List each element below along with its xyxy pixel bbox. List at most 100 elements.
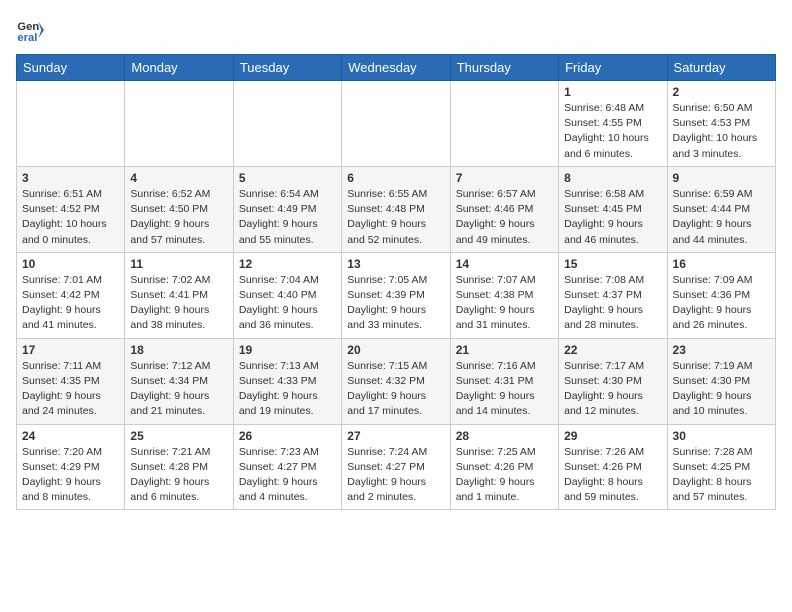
day-info: Sunrise: 7:24 AMSunset: 4:27 PMDaylight:… <box>347 445 444 506</box>
calendar-cell: 30 Sunrise: 7:28 AMSunset: 4:25 PMDayligh… <box>667 424 775 510</box>
calendar-cell <box>125 81 233 167</box>
day-info: Sunrise: 7:11 AMSunset: 4:35 PMDaylight:… <box>22 359 119 420</box>
day-number: 13 <box>347 257 444 271</box>
calendar-week-1: 3 Sunrise: 6:51 AMSunset: 4:52 PMDaylight… <box>17 166 776 252</box>
day-number: 2 <box>673 85 770 99</box>
day-info: Sunrise: 6:50 AMSunset: 4:53 PMDaylight:… <box>673 101 770 162</box>
day-number: 24 <box>22 429 119 443</box>
calendar-cell: 6 Sunrise: 6:55 AMSunset: 4:48 PMDaylight… <box>342 166 450 252</box>
day-info: Sunrise: 7:17 AMSunset: 4:30 PMDaylight:… <box>564 359 661 420</box>
calendar-cell: 8 Sunrise: 6:58 AMSunset: 4:45 PMDaylight… <box>559 166 667 252</box>
calendar-week-0: 1 Sunrise: 6:48 AMSunset: 4:55 PMDaylight… <box>17 81 776 167</box>
day-number: 3 <box>22 171 119 185</box>
day-number: 18 <box>130 343 227 357</box>
calendar-cell: 23 Sunrise: 7:19 AMSunset: 4:30 PMDayligh… <box>667 338 775 424</box>
calendar-cell: 16 Sunrise: 7:09 AMSunset: 4:36 PMDayligh… <box>667 252 775 338</box>
day-number: 6 <box>347 171 444 185</box>
day-number: 28 <box>456 429 553 443</box>
calendar-cell <box>17 81 125 167</box>
day-info: Sunrise: 7:07 AMSunset: 4:38 PMDaylight:… <box>456 273 553 334</box>
day-number: 20 <box>347 343 444 357</box>
weekday-header-tuesday: Tuesday <box>233 55 341 81</box>
calendar-cell: 29 Sunrise: 7:26 AMSunset: 4:26 PMDayligh… <box>559 424 667 510</box>
calendar-week-4: 24 Sunrise: 7:20 AMSunset: 4:29 PMDayligh… <box>17 424 776 510</box>
day-info: Sunrise: 6:58 AMSunset: 4:45 PMDaylight:… <box>564 187 661 248</box>
day-info: Sunrise: 7:28 AMSunset: 4:25 PMDaylight:… <box>673 445 770 506</box>
calendar-cell: 27Sunrise: 7:24 AMSunset: 4:27 PMDayligh… <box>342 424 450 510</box>
calendar-cell: 7 Sunrise: 6:57 AMSunset: 4:46 PMDaylight… <box>450 166 558 252</box>
logo-icon: Gen eral <box>16 16 44 44</box>
day-info: Sunrise: 6:57 AMSunset: 4:46 PMDaylight:… <box>456 187 553 248</box>
day-number: 7 <box>456 171 553 185</box>
day-info: Sunrise: 7:21 AMSunset: 4:28 PMDaylight:… <box>130 445 227 506</box>
svg-text:Gen: Gen <box>17 21 39 33</box>
day-info: Sunrise: 7:09 AMSunset: 4:36 PMDaylight:… <box>673 273 770 334</box>
day-info: Sunrise: 7:13 AMSunset: 4:33 PMDaylight:… <box>239 359 336 420</box>
day-info: Sunrise: 7:04 AMSunset: 4:40 PMDaylight:… <box>239 273 336 334</box>
day-info: Sunrise: 6:51 AMSunset: 4:52 PMDaylight:… <box>22 187 119 248</box>
day-number: 1 <box>564 85 661 99</box>
day-info: Sunrise: 7:25 AMSunset: 4:26 PMDaylight:… <box>456 445 553 506</box>
weekday-header-monday: Monday <box>125 55 233 81</box>
day-info: Sunrise: 7:26 AMSunset: 4:26 PMDaylight:… <box>564 445 661 506</box>
day-info: Sunrise: 7:05 AMSunset: 4:39 PMDaylight:… <box>347 273 444 334</box>
calendar-cell: 3 Sunrise: 6:51 AMSunset: 4:52 PMDaylight… <box>17 166 125 252</box>
day-number: 19 <box>239 343 336 357</box>
calendar-cell: 18 Sunrise: 7:12 AMSunset: 4:34 PMDayligh… <box>125 338 233 424</box>
calendar-cell: 22 Sunrise: 7:17 AMSunset: 4:30 PMDayligh… <box>559 338 667 424</box>
calendar-cell: 1 Sunrise: 6:48 AMSunset: 4:55 PMDaylight… <box>559 81 667 167</box>
day-number: 8 <box>564 171 661 185</box>
day-info: Sunrise: 7:16 AMSunset: 4:31 PMDaylight:… <box>456 359 553 420</box>
day-number: 4 <box>130 171 227 185</box>
calendar-cell <box>450 81 558 167</box>
weekday-header-thursday: Thursday <box>450 55 558 81</box>
day-number: 15 <box>564 257 661 271</box>
calendar-cell: 14 Sunrise: 7:07 AMSunset: 4:38 PMDayligh… <box>450 252 558 338</box>
day-number: 23 <box>673 343 770 357</box>
calendar-cell: 11Sunrise: 7:02 AMSunset: 4:41 PMDayligh… <box>125 252 233 338</box>
day-number: 5 <box>239 171 336 185</box>
calendar-header-row: SundayMondayTuesdayWednesdayThursdayFrid… <box>17 55 776 81</box>
day-info: Sunrise: 7:12 AMSunset: 4:34 PMDaylight:… <box>130 359 227 420</box>
logo: Gen eral <box>16 16 48 44</box>
weekday-header-saturday: Saturday <box>667 55 775 81</box>
day-info: Sunrise: 6:55 AMSunset: 4:48 PMDaylight:… <box>347 187 444 248</box>
calendar-cell: 17Sunrise: 7:11 AMSunset: 4:35 PMDayligh… <box>17 338 125 424</box>
day-number: 9 <box>673 171 770 185</box>
day-info: Sunrise: 7:19 AMSunset: 4:30 PMDaylight:… <box>673 359 770 420</box>
day-number: 22 <box>564 343 661 357</box>
weekday-header-sunday: Sunday <box>17 55 125 81</box>
day-number: 21 <box>456 343 553 357</box>
day-info: Sunrise: 7:20 AMSunset: 4:29 PMDaylight:… <box>22 445 119 506</box>
day-number: 11 <box>130 257 227 271</box>
day-info: Sunrise: 7:15 AMSunset: 4:32 PMDaylight:… <box>347 359 444 420</box>
calendar-cell: 25Sunrise: 7:21 AMSunset: 4:28 PMDayligh… <box>125 424 233 510</box>
calendar-cell: 13 Sunrise: 7:05 AMSunset: 4:39 PMDayligh… <box>342 252 450 338</box>
page-header: Gen eral <box>16 16 776 44</box>
calendar-cell: 4Sunrise: 6:52 AMSunset: 4:50 PMDaylight… <box>125 166 233 252</box>
calendar-week-2: 10 Sunrise: 7:01 AMSunset: 4:42 PMDayligh… <box>17 252 776 338</box>
day-number: 29 <box>564 429 661 443</box>
calendar-cell: 2 Sunrise: 6:50 AMSunset: 4:53 PMDaylight… <box>667 81 775 167</box>
day-info: Sunrise: 6:48 AMSunset: 4:55 PMDaylight:… <box>564 101 661 162</box>
svg-text:eral: eral <box>17 32 37 44</box>
calendar: SundayMondayTuesdayWednesdayThursdayFrid… <box>16 54 776 510</box>
day-number: 16 <box>673 257 770 271</box>
calendar-week-3: 17Sunrise: 7:11 AMSunset: 4:35 PMDayligh… <box>17 338 776 424</box>
day-info: Sunrise: 6:59 AMSunset: 4:44 PMDaylight:… <box>673 187 770 248</box>
weekday-header-friday: Friday <box>559 55 667 81</box>
calendar-cell: 21 Sunrise: 7:16 AMSunset: 4:31 PMDayligh… <box>450 338 558 424</box>
calendar-cell: 24 Sunrise: 7:20 AMSunset: 4:29 PMDayligh… <box>17 424 125 510</box>
calendar-cell: 5Sunrise: 6:54 AMSunset: 4:49 PMDaylight… <box>233 166 341 252</box>
calendar-cell: 9 Sunrise: 6:59 AMSunset: 4:44 PMDaylight… <box>667 166 775 252</box>
calendar-cell: 10 Sunrise: 7:01 AMSunset: 4:42 PMDayligh… <box>17 252 125 338</box>
day-number: 30 <box>673 429 770 443</box>
day-number: 26 <box>239 429 336 443</box>
day-number: 12 <box>239 257 336 271</box>
calendar-body: 1 Sunrise: 6:48 AMSunset: 4:55 PMDaylight… <box>17 81 776 510</box>
day-info: Sunrise: 7:01 AMSunset: 4:42 PMDaylight:… <box>22 273 119 334</box>
calendar-cell <box>342 81 450 167</box>
calendar-cell <box>233 81 341 167</box>
day-number: 10 <box>22 257 119 271</box>
day-number: 14 <box>456 257 553 271</box>
